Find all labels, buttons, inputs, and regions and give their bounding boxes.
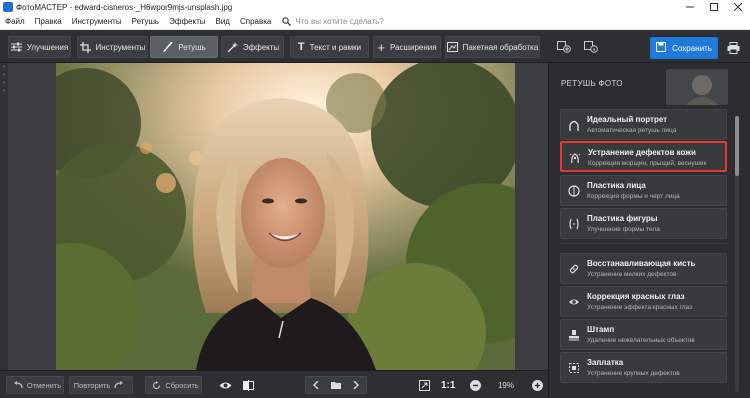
- menu-edit[interactable]: Правка: [30, 17, 67, 26]
- undo-icon: [13, 381, 23, 389]
- actual-size-button[interactable]: 1:1: [441, 376, 455, 394]
- reset-icon: [152, 380, 161, 390]
- layers-compare-icon: [557, 41, 571, 53]
- card-ideal-portrait[interactable]: Идеальный портрет Автоматическая ретушь …: [560, 109, 727, 140]
- tab-text-frames[interactable]: T Текст и рамки: [290, 36, 369, 58]
- chevron-right-icon: ›: [3, 72, 5, 78]
- face-shape-icon: [567, 184, 581, 198]
- menu-tools[interactable]: Инструменты: [67, 17, 127, 26]
- card-face-plastic[interactable]: Пластика лица Коррекция формы и черт лиц…: [560, 175, 727, 206]
- bottom-bar: Отменить Повторить Сбросить 1:1 19%: [0, 370, 548, 398]
- card-figure-plastic[interactable]: Пластика фигуры Улучшение формы тела: [560, 208, 727, 239]
- chevron-right-icon: ›: [3, 64, 5, 70]
- menu-view[interactable]: Вид: [210, 17, 234, 26]
- close-button[interactable]: [726, 0, 750, 14]
- printer-icon: [727, 42, 739, 54]
- save-button[interactable]: Сохранить: [650, 37, 718, 59]
- sliders-icon: [10, 42, 22, 52]
- retouch-panel: РЕТУШЬ ФОТО Идеальный портрет Автоматиче…: [548, 63, 750, 398]
- before-after-button[interactable]: [238, 376, 258, 394]
- chevron-right-icon: ›: [3, 88, 5, 94]
- search-placeholder: Что вы хотите сделать?: [295, 17, 384, 26]
- next-arrow-icon[interactable]: [353, 381, 359, 389]
- eye-icon: [219, 382, 231, 388]
- info-doc-icon: [584, 41, 598, 53]
- left-collapse-strip[interactable]: › › › ›: [0, 63, 8, 370]
- photo-canvas[interactable]: [8, 63, 548, 370]
- compare-button[interactable]: [553, 36, 575, 58]
- card-patch[interactable]: Заплатка Устранение крупных дефектов: [560, 352, 727, 383]
- tab-retouch[interactable]: Ретушь: [150, 36, 218, 58]
- brush-icon: [162, 41, 173, 53]
- maximize-button[interactable]: [702, 0, 726, 14]
- print-button[interactable]: [722, 37, 744, 59]
- title-bar: ФотоМАСТЕР - edward-cisneros-_H6wpor9mjs…: [0, 0, 750, 14]
- zoom-out-button[interactable]: [467, 376, 483, 394]
- menu-bar: Файл Правка Инструменты Ретушь Эффекты В…: [0, 14, 750, 30]
- fit-screen-icon: [418, 379, 430, 391]
- preview-eye-button[interactable]: [215, 376, 235, 394]
- plus-circle-icon: [531, 379, 543, 391]
- navigation-group: [305, 376, 367, 394]
- panel-divider: [560, 243, 727, 244]
- search-icon: [282, 17, 292, 26]
- zoom-in-button[interactable]: [529, 376, 545, 394]
- tab-batch-processing[interactable]: Пакетная обработка: [445, 36, 540, 58]
- window-title: ФотоМАСТЕР - edward-cisneros-_H6wpor9mjs…: [16, 2, 233, 12]
- batch-icon: [446, 42, 458, 52]
- crop-icon: [79, 41, 91, 53]
- card-red-eye[interactable]: Коррекция красных глаз Устранение эффект…: [560, 286, 727, 317]
- menu-file[interactable]: Файл: [0, 17, 30, 26]
- tab-enhancements[interactable]: Улучшения: [8, 36, 71, 58]
- redo-icon: [114, 381, 124, 389]
- panel-scrollbar[interactable]: [735, 116, 739, 392]
- card-healing-brush[interactable]: Восстанавливающая кисть Устранение мелки…: [560, 253, 727, 284]
- app-logo-icon: [3, 2, 13, 12]
- stamp-icon: [567, 328, 581, 342]
- panel-thumbnail: [666, 69, 728, 105]
- portrait-icon: [567, 118, 581, 132]
- chevron-right-icon: ›: [3, 80, 5, 86]
- healing-brush-icon: [567, 262, 581, 276]
- zoom-value: 19%: [497, 380, 514, 390]
- figure-icon: [567, 217, 581, 231]
- info-button[interactable]: [580, 36, 602, 58]
- card-skin-defects[interactable]: Устранение дефектов кожи Коррекция морщи…: [560, 141, 727, 172]
- sparkle-icon: [226, 41, 238, 53]
- card-stamp[interactable]: Штамп Удаление нежелательных объектов: [560, 319, 727, 350]
- fit-screen-button[interactable]: [415, 376, 433, 394]
- tab-effects[interactable]: Эффекты: [221, 36, 284, 58]
- folder-icon[interactable]: [331, 381, 341, 389]
- scrollbar-thumb[interactable]: [735, 116, 739, 176]
- patch-icon: [567, 361, 581, 375]
- tab-tools[interactable]: Инструменты: [77, 36, 148, 58]
- split-view-icon: [242, 379, 254, 391]
- minus-circle-icon: [469, 379, 481, 391]
- menu-effects[interactable]: Эффекты: [164, 17, 210, 26]
- floppy-icon: [656, 42, 667, 54]
- undo-button[interactable]: Отменить: [6, 376, 64, 394]
- menu-retouch[interactable]: Ретушь: [127, 17, 165, 26]
- menu-help[interactable]: Справка: [235, 17, 276, 26]
- skin-icon: [568, 151, 582, 165]
- text-icon: T: [297, 41, 305, 53]
- plus-icon: +: [377, 39, 386, 55]
- main-toolbar: Улучшения Инструменты Ретушь Эффекты T Т…: [0, 30, 750, 63]
- prev-arrow-icon[interactable]: [313, 381, 319, 389]
- tab-extensions[interactable]: + Расширения: [373, 36, 441, 58]
- redo-button[interactable]: Повторить: [69, 376, 133, 394]
- panel-title: РЕТУШЬ ФОТО: [561, 79, 623, 88]
- reset-button[interactable]: Сбросить: [145, 376, 202, 394]
- minimize-button[interactable]: [678, 0, 702, 14]
- menu-search[interactable]: Что вы хотите сделать?: [282, 17, 384, 26]
- eye-icon: [567, 295, 581, 309]
- photo-preview: [56, 63, 515, 370]
